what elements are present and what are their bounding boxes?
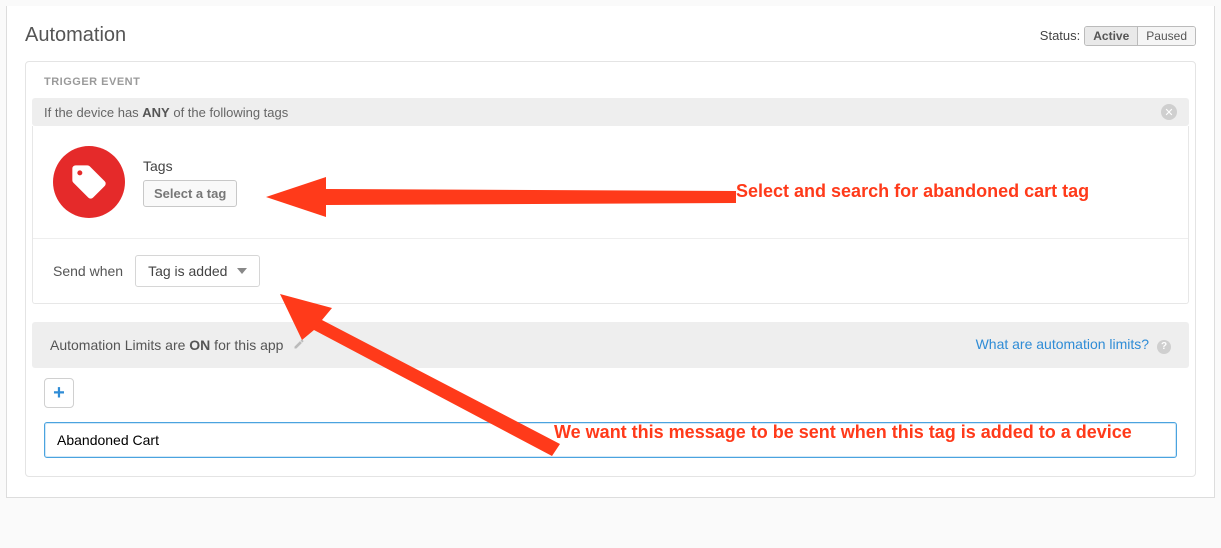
status-label: Status: [1040,28,1080,43]
close-icon[interactable]: ✕ [1161,104,1177,120]
select-tag-button[interactable]: Select a tag [143,180,237,207]
pencil-icon[interactable] [293,337,305,353]
send-when-value: Tag is added [148,263,227,279]
condition-text-post: of the following tags [170,105,289,120]
limits-text-pre: Automation Limits are [50,337,189,353]
tags-label: Tags [143,158,237,174]
trigger-section-title: TRIGGER EVENT [26,62,1195,92]
status-paused-button[interactable]: Paused [1137,27,1195,45]
send-when-dropdown[interactable]: Tag is added [135,255,260,287]
automation-name-input[interactable] [44,422,1177,458]
status-toggle: Active Paused [1084,26,1196,46]
tag-icon [53,146,125,218]
chevron-down-icon [237,268,247,274]
page-title: Automation [25,24,126,47]
add-button[interactable]: + [44,378,74,408]
condition-bar: If the device has ANY of the following t… [32,98,1189,126]
limits-text-bold: ON [189,337,210,353]
automation-limits-help-link[interactable]: What are automation limits? [976,336,1150,352]
condition-text-bold: ANY [142,105,169,120]
status-active-button[interactable]: Active [1085,27,1137,45]
condition-text-pre: If the device has [44,105,142,120]
send-when-label: Send when [53,263,123,279]
plus-icon: + [53,383,65,403]
help-icon[interactable]: ? [1157,340,1171,354]
automation-limits-bar: Automation Limits are ON for this app Wh… [32,322,1189,368]
limits-text-post: for this app [210,337,283,353]
